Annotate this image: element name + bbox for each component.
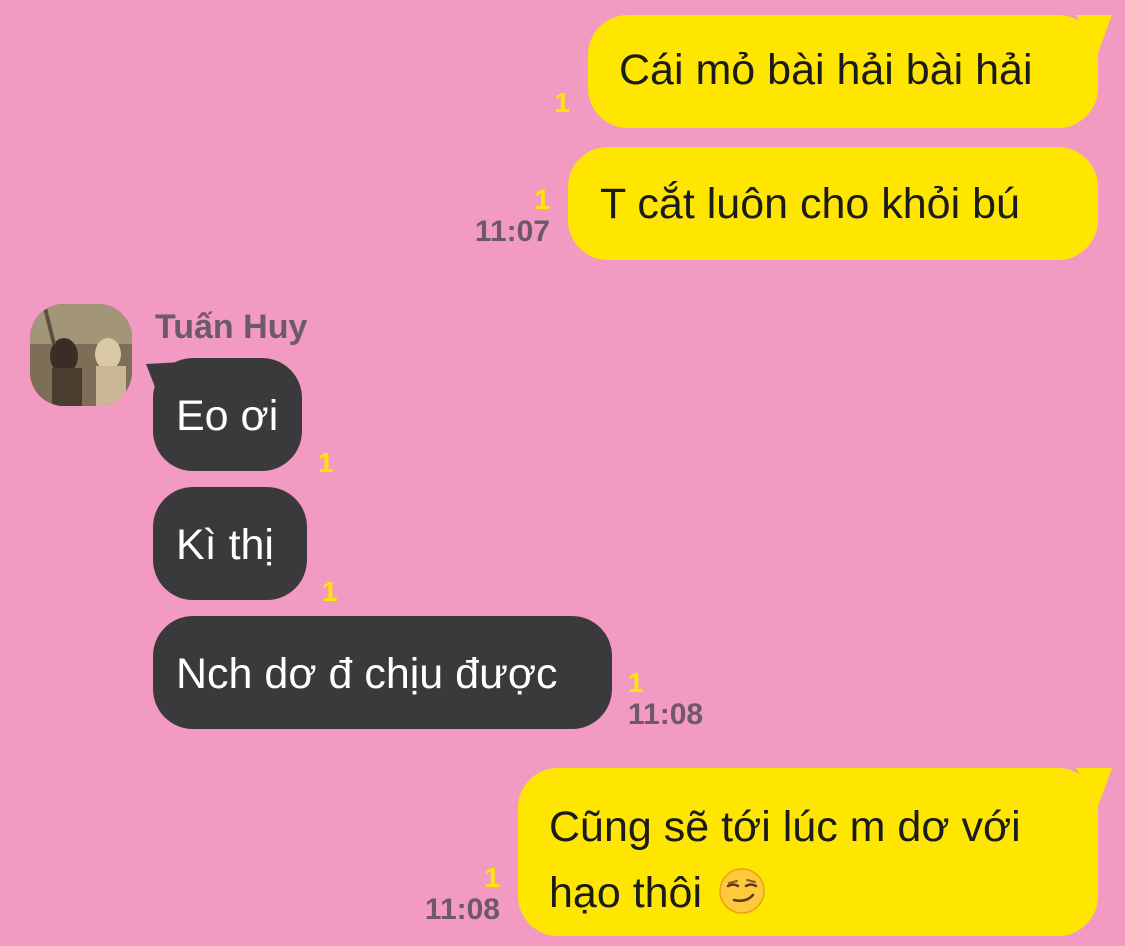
- unread-count: 1: [484, 862, 500, 893]
- incoming-message-bubble[interactable]: Eo ơi: [153, 358, 302, 471]
- smirking-face-icon: [719, 868, 765, 914]
- sender-name: Tuấn Huy: [155, 308, 308, 346]
- unread-count: 1: [628, 667, 644, 698]
- outgoing-message-bubble[interactable]: Cũng sẽ tới lúc m dơ với hạo thôi: [518, 768, 1098, 936]
- incoming-message-bubble[interactable]: Nch dơ đ chịu được: [153, 616, 612, 729]
- message-text: Eo ơi: [176, 392, 279, 440]
- avatar-photo-icon: [30, 304, 132, 406]
- unread-count: 1: [554, 87, 570, 118]
- message-meta: 1: [322, 577, 362, 607]
- unread-count: 1: [318, 447, 334, 478]
- message-timestamp: 11:08: [424, 893, 500, 926]
- message-text: Cái mỏ bài hải bài hải: [619, 46, 1033, 94]
- unread-count: 1: [322, 576, 338, 607]
- message-meta: 1 11:07: [440, 185, 550, 249]
- message-text: T cắt luôn cho khỏi bú: [600, 180, 1020, 228]
- message-meta: 1 11:08: [390, 863, 500, 927]
- message-meta: 1: [520, 88, 570, 118]
- bubble-tail-icon: [1076, 768, 1112, 806]
- message-meta: 1 11:08: [628, 668, 738, 732]
- message-text: Kì thị: [176, 521, 274, 569]
- outgoing-message-bubble[interactable]: Cái mỏ bài hải bài hải: [588, 15, 1098, 128]
- unread-count: 1: [534, 184, 550, 215]
- message-text: Nch dơ đ chịu được: [176, 650, 558, 698]
- message-text: Cũng sẽ tới lúc m dơ với hạo thôi: [549, 803, 1021, 917]
- incoming-message-bubble[interactable]: Kì thị: [153, 487, 307, 600]
- message-timestamp: 11:07: [474, 215, 550, 248]
- message-meta: 1: [318, 448, 358, 478]
- message-timestamp: 11:08: [628, 698, 704, 731]
- outgoing-message-bubble[interactable]: T cắt luôn cho khỏi bú: [568, 147, 1098, 260]
- contact-avatar[interactable]: [30, 304, 132, 406]
- bubble-tail-icon: [1076, 15, 1112, 53]
